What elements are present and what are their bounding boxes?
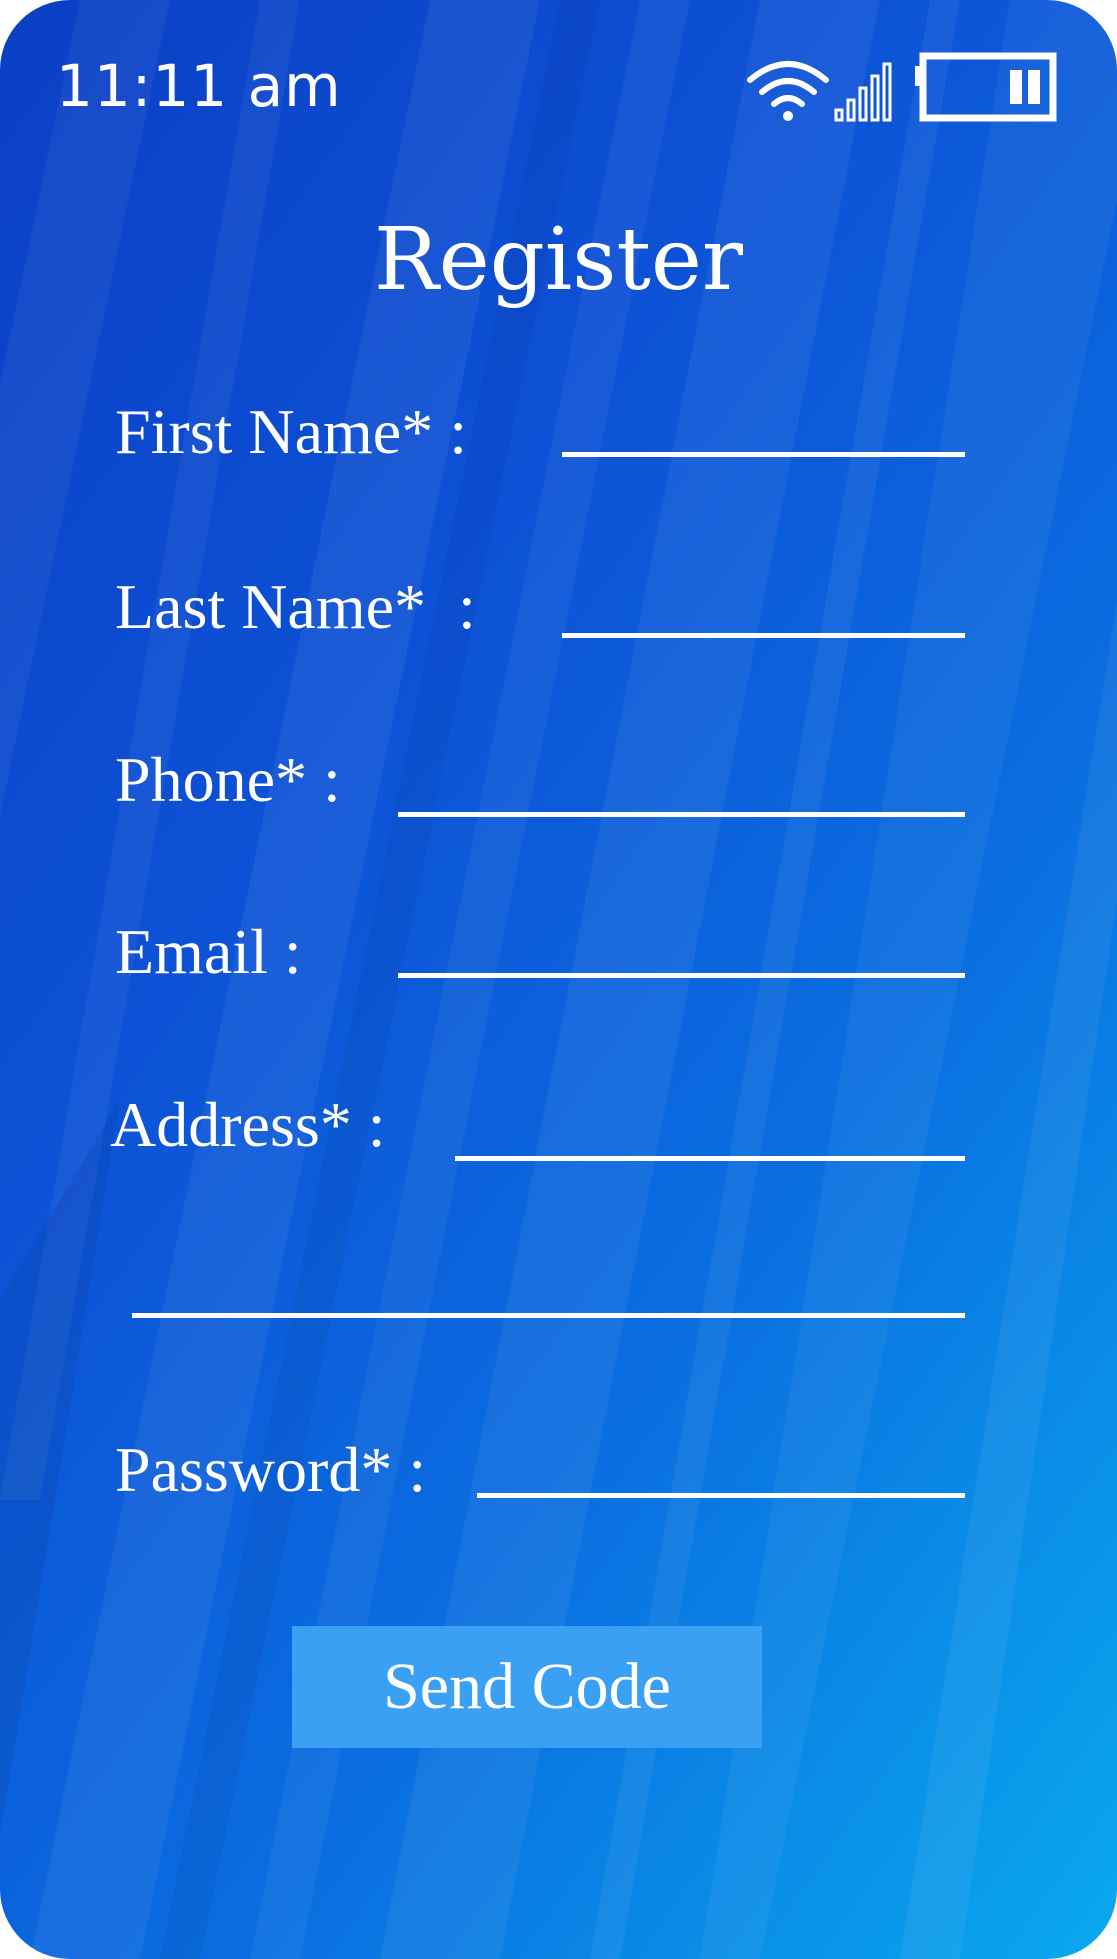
password-label: Password* :: [115, 1434, 427, 1505]
last-name-input[interactable]: [562, 633, 965, 638]
email-input[interactable]: [398, 973, 965, 978]
phone-label: Phone* :: [115, 744, 341, 815]
first-name-input[interactable]: [562, 452, 965, 457]
signal-icon: [834, 62, 892, 122]
email-label: Email :: [115, 916, 302, 987]
battery-icon: [915, 52, 1057, 122]
wifi-icon: [747, 61, 829, 121]
send-code-button[interactable]: Send Code: [292, 1626, 762, 1748]
password-input[interactable]: [477, 1493, 965, 1498]
status-icons: [747, 52, 1057, 122]
address-label: Address* :: [110, 1089, 386, 1160]
last-name-label: Last Name* :: [115, 571, 476, 642]
page-title: Register: [374, 210, 743, 310]
phone-input[interactable]: [398, 812, 965, 817]
first-name-label: First Name* :: [115, 396, 467, 467]
address-second-line-input[interactable]: [132, 1313, 965, 1318]
address-input[interactable]: [455, 1156, 965, 1161]
phone-screen: 11:11 am Register First Name* : Last Nam…: [0, 0, 1117, 1959]
status-time: 11:11 am: [56, 52, 342, 120]
